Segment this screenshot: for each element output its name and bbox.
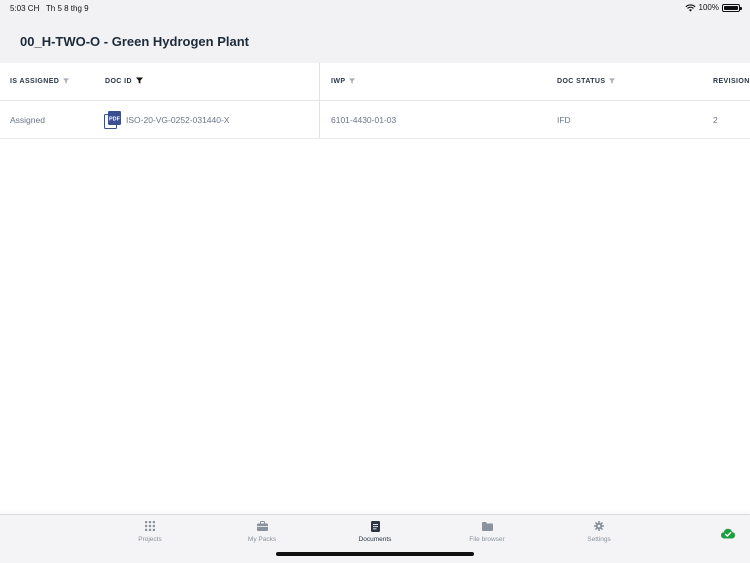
wifi-icon: [685, 3, 696, 12]
status-time: 5:03 CH: [10, 4, 40, 13]
tab-label: My Packs: [247, 536, 277, 543]
column-header-iwp[interactable]: IWP: [331, 63, 356, 100]
home-indicator[interactable]: [276, 552, 474, 556]
doc-id-text: ISO-20-VG-0252-031440-X: [126, 114, 230, 125]
column-header-label: IS ASSIGNED: [10, 78, 60, 85]
cell-doc-id[interactable]: PDF ISO-20-VG-0252-031440-X: [104, 101, 229, 138]
column-header-label: DOC ID: [105, 78, 132, 85]
briefcase-icon: [256, 520, 268, 532]
column-header-label: DOC STATUS: [557, 78, 606, 85]
column-header-label: IWP: [331, 78, 346, 85]
table-header: IS ASSIGNED DOC ID IWP DOC STATUS REVISI…: [0, 63, 750, 101]
tab-label: Settings: [587, 536, 611, 543]
status-bar: 5:03 CH Th 5 8 thg 9 100%: [0, 0, 750, 18]
cell-doc-status: IFD: [557, 114, 571, 125]
tab-settings[interactable]: Settings: [559, 520, 639, 543]
documents-table: IS ASSIGNED DOC ID IWP DOC STATUS REVISI…: [0, 63, 750, 514]
filter-icon[interactable]: [349, 77, 356, 86]
filter-active-icon[interactable]: [135, 77, 143, 86]
status-indicators: 100%: [685, 3, 742, 12]
tab-file-browser[interactable]: File browser: [447, 520, 527, 543]
pdf-badge-text: PDF: [109, 116, 121, 122]
column-header-doc-id[interactable]: DOC ID: [105, 63, 143, 100]
cloud-check-icon[interactable]: [721, 526, 735, 539]
tab-label: Projects: [138, 536, 162, 543]
column-header-doc-status[interactable]: DOC STATUS: [557, 63, 616, 100]
battery-percent: 100%: [698, 3, 719, 12]
tab-label: Documents: [358, 536, 392, 543]
status-time-date: 5:03 CH Th 5 8 thg 9: [10, 4, 89, 13]
filter-icon[interactable]: [609, 77, 616, 86]
column-header-revision[interactable]: REVISION: [713, 63, 750, 100]
document-icon: [369, 520, 381, 532]
tab-label: File browser: [469, 536, 505, 543]
tab-documents[interactable]: Documents: [335, 520, 415, 543]
column-header-is-assigned[interactable]: IS ASSIGNED: [10, 63, 70, 100]
battery-icon: [722, 3, 742, 12]
pdf-file-icon: PDF: [104, 110, 121, 129]
cell-is-assigned: Assigned: [10, 114, 45, 125]
page-title: 00_H-TWO-O - Green Hydrogen Plant: [20, 34, 249, 49]
gear-icon: [593, 520, 605, 532]
cell-revision: 2: [713, 114, 718, 125]
tab-projects[interactable]: Projects: [110, 520, 190, 543]
grid-icon: [144, 520, 156, 532]
cell-iwp: 6101-4430-01-03: [331, 114, 397, 125]
battery-level: [724, 5, 738, 10]
folder-icon: [481, 520, 493, 532]
column-header-label: REVISION: [713, 78, 750, 85]
tab-my-packs[interactable]: My Packs: [222, 520, 302, 543]
status-date: Th 5 8 thg 9: [45, 4, 89, 13]
filter-icon[interactable]: [63, 77, 70, 86]
table-row[interactable]: Assigned PDF ISO-20-VG-0252-031440-X 610…: [0, 101, 750, 139]
